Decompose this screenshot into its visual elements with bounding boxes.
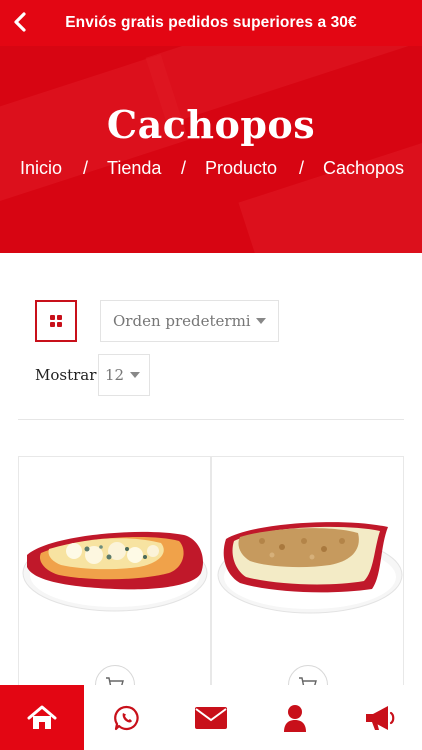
- top-promo-bar: Enviós gratis pedidos superiores a 30€: [0, 0, 422, 46]
- nav-whatsapp[interactable]: [84, 685, 168, 750]
- breadcrumb-link-inicio[interactable]: Inicio: [20, 158, 62, 179]
- breadcrumb-current: Cachopos: [323, 158, 405, 178]
- show-label: Mostrar: [35, 366, 97, 384]
- user-icon: [284, 704, 307, 732]
- page: Enviós gratis pedidos superiores a 30€ C…: [0, 0, 422, 750]
- chevron-down-icon: [256, 318, 266, 324]
- promo-text: Enviós gratis pedidos superiores a 30€: [65, 14, 357, 31]
- home-icon: [27, 705, 57, 729]
- breadcrumb-separator: /: [299, 158, 305, 178]
- hero-banner: Cachopos Inicio / Tienda / Producto / Ca…: [0, 46, 422, 253]
- bottom-navigation: [0, 685, 422, 750]
- breadcrumb-separator: /: [181, 158, 187, 178]
- mail-icon: [194, 706, 227, 729]
- nav-account[interactable]: [253, 685, 337, 750]
- grid-view-button[interactable]: [35, 300, 77, 342]
- breadcrumb-link-producto[interactable]: Producto: [205, 158, 277, 179]
- sort-order-select[interactable]: Orden predeterminado: [100, 300, 279, 342]
- chevron-left-icon: [14, 12, 26, 32]
- per-page-value: 12: [105, 366, 125, 384]
- nav-mail[interactable]: [169, 685, 253, 750]
- nav-home[interactable]: [0, 685, 85, 750]
- chevron-down-icon: [130, 372, 140, 378]
- nav-announcements[interactable]: [338, 685, 422, 750]
- megaphone-icon: [365, 705, 395, 730]
- breadcrumb-separator: /: [83, 158, 89, 178]
- grid-view-icon: [50, 315, 62, 327]
- sort-order-value: Orden predeterminado: [113, 312, 251, 330]
- back-button[interactable]: [8, 8, 32, 36]
- breadcrumb: Inicio / Tienda / Producto / Cachopos: [0, 154, 422, 182]
- page-title: Cachopos: [106, 102, 316, 147]
- per-page-select[interactable]: 12: [98, 354, 150, 396]
- breadcrumb-link-tienda[interactable]: Tienda: [107, 158, 161, 179]
- whatsapp-icon: [113, 705, 139, 730]
- divider: [18, 419, 404, 420]
- hero-background-shape: [238, 134, 422, 253]
- product-image[interactable]: [212, 497, 405, 647]
- product-image[interactable]: [19, 497, 212, 647]
